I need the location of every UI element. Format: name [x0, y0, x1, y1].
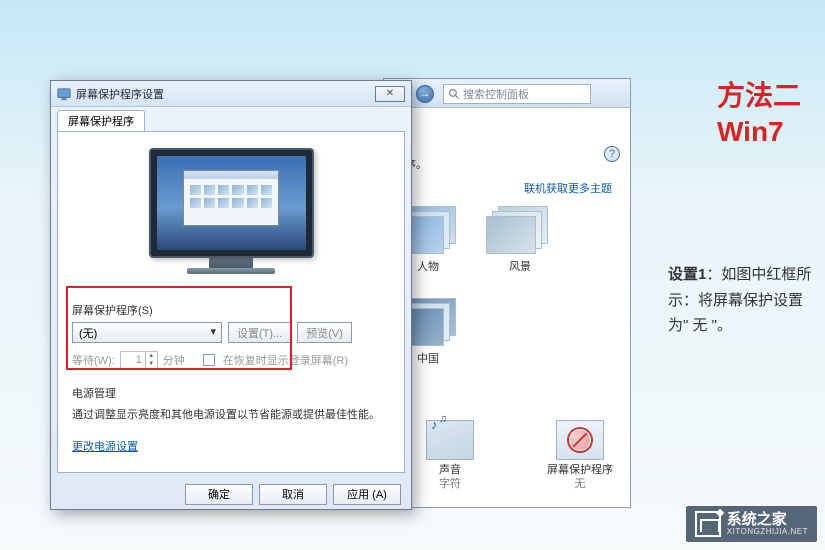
- bottom-icons: 声音 字符 屏幕保护程序 无: [415, 420, 615, 492]
- cancel-button[interactable]: 取消: [259, 484, 327, 505]
- watermark-name: 系统之家: [727, 512, 808, 528]
- watermark-icon: [695, 511, 721, 537]
- annotation-title-line1: 方法二: [717, 78, 801, 114]
- dialog-close-button[interactable]: ✕: [375, 86, 405, 102]
- sound-label: 声音: [415, 463, 485, 477]
- screensaver-sublabel: 无: [545, 477, 615, 491]
- theme-thumbnails-row2: 中国: [394, 298, 620, 366]
- combo-value: (无): [79, 325, 97, 341]
- sound-sublabel: 字符: [415, 477, 485, 491]
- power-management-label: 电源管理: [72, 385, 390, 401]
- theme-thumbnails-row1: 人物 风景: [394, 206, 620, 274]
- annotation-step: 设置1: [668, 266, 706, 283]
- thumb-label: 风景: [486, 258, 554, 274]
- nav-forward-button[interactable]: →: [416, 85, 434, 103]
- background-text: 程序。: [394, 156, 620, 172]
- watermark-url: XITONGZHIJIA.NET: [727, 527, 808, 536]
- dialog-icon: [57, 87, 71, 101]
- tab-strip: 屏幕保护程序: [51, 107, 411, 131]
- preview-button[interactable]: 预览(V): [297, 322, 352, 343]
- search-icon: [448, 88, 460, 100]
- change-power-link[interactable]: 更改电源设置: [72, 438, 138, 454]
- power-management-desc: 通过调整显示亮度和其他电源设置以节省能源或提供最佳性能。: [72, 407, 390, 424]
- dialog-titlebar: 屏幕保护程序设置 ✕: [51, 81, 411, 107]
- dialog-footer: 确定 取消 应用 (A): [51, 479, 411, 509]
- screensaver-icon: [556, 420, 604, 460]
- sound-item[interactable]: 声音 字符: [415, 420, 485, 492]
- help-icon[interactable]: ?: [604, 146, 620, 162]
- thumb-image: [486, 206, 548, 258]
- theme-thumb[interactable]: 风景: [486, 206, 554, 274]
- dialog-title: 屏幕保护程序设置: [76, 86, 164, 102]
- screensaver-item[interactable]: 屏幕保护程序 无: [545, 420, 615, 492]
- annotation-title: 方法二 Win7: [717, 78, 801, 151]
- screensaver-dialog: 屏幕保护程序设置 ✕ 屏幕保护程序 屏幕保护程序(S) (无) 设置(T)...…: [50, 80, 412, 510]
- more-themes-link[interactable]: 联机获取更多主题: [394, 180, 612, 196]
- preview-monitor: [141, 148, 321, 280]
- screensaver-label: 屏幕保护程序: [545, 463, 615, 477]
- search-placeholder: 搜索控制面板: [463, 86, 529, 102]
- sound-icon: [426, 420, 474, 460]
- dialog-body: 屏幕保护程序(S) (无) 设置(T)... 预览(V) 等待(W): 1 ▲▼…: [57, 131, 405, 473]
- annotation-title-line2: Win7: [717, 114, 801, 150]
- apply-button[interactable]: 应用 (A): [333, 484, 401, 505]
- watermark: 系统之家 XITONGZHIJIA.NET: [686, 506, 817, 542]
- annotation-body: 设置1：如图中红框所示：将屏幕保护设置为" 无 "。: [668, 262, 813, 339]
- screensaver-combo[interactable]: (无): [72, 322, 222, 343]
- tab-screensaver[interactable]: 屏幕保护程序: [57, 110, 145, 131]
- ok-button[interactable]: 确定: [185, 484, 253, 505]
- search-input[interactable]: 搜索控制面板: [443, 84, 591, 104]
